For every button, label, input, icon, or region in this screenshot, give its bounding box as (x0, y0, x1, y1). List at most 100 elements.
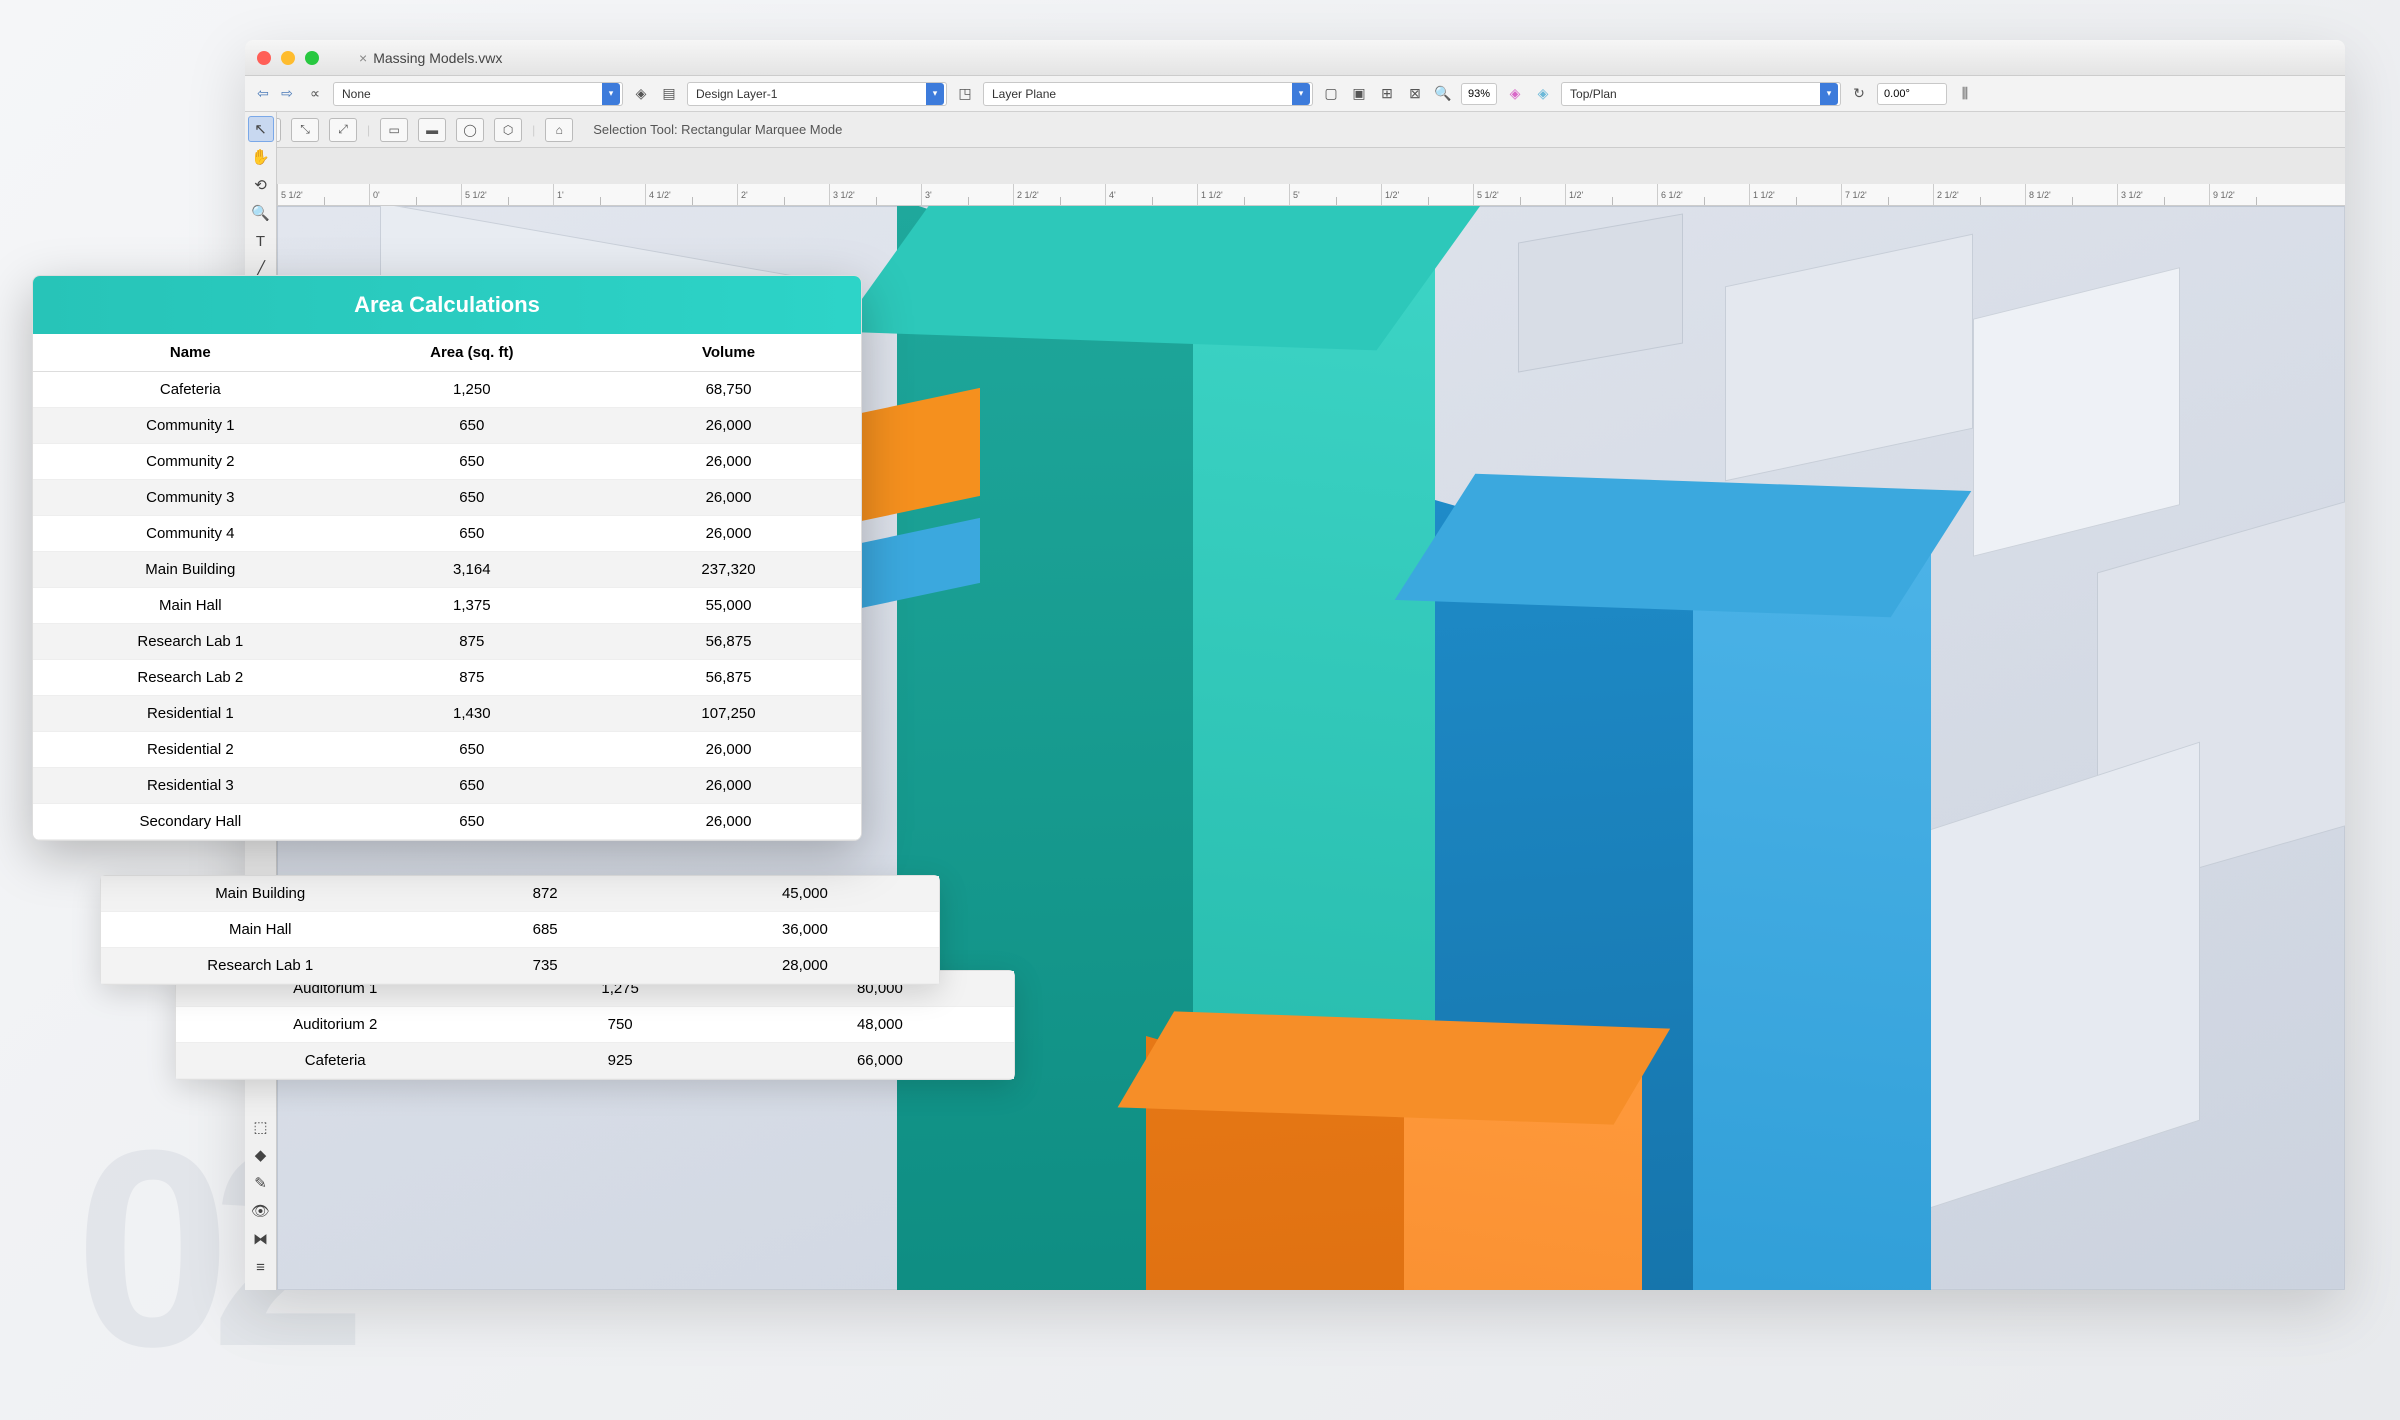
cell-area: 875 (348, 624, 596, 660)
cell-area: 1,375 (348, 588, 596, 624)
col-area: Area (sq. ft) (348, 334, 596, 372)
cell-name: Main Building (101, 876, 419, 912)
align-tool[interactable]: ≡ (248, 1254, 274, 1280)
table-row[interactable]: Research Lab 187556,875 (33, 624, 861, 660)
plane-dropdown[interactable]: Layer Plane (983, 82, 1313, 106)
nav-forward-icon[interactable]: ⇨ (277, 84, 297, 104)
table-row[interactable]: Main Building87245,000 (101, 876, 939, 912)
tool-options-bar: ↖ ⤡ ⤢ | ▭ ▬ ◯ ⬡ | ⌂ Selection Tool: Rect… (245, 112, 2345, 148)
cell-area: 650 (348, 408, 596, 444)
table-row[interactable]: Main Hall1,37555,000 (33, 588, 861, 624)
class-dropdown-value: None (342, 87, 371, 101)
close-button[interactable] (257, 51, 271, 65)
ruler-tick: 2 1/2' (1933, 184, 2025, 205)
cell-name: Secondary Hall (33, 804, 348, 840)
nav-back-icon[interactable]: ⇦ (253, 84, 273, 104)
cell-name: Research Lab 1 (101, 948, 419, 984)
plane-icon[interactable]: ◳ (955, 84, 975, 104)
cell-name: Residential 1 (33, 696, 348, 732)
cell-volume: 36,000 (671, 912, 939, 948)
cell-area: 650 (348, 444, 596, 480)
ruler-tick: 1 1/2' (1749, 184, 1841, 205)
pan-tool[interactable]: ✋ (248, 144, 274, 170)
cell-name: Residential 3 (33, 768, 348, 804)
table-row[interactable]: Community 365026,000 (33, 480, 861, 516)
selection-mode-3-icon[interactable]: ⤢ (329, 118, 357, 142)
table-row[interactable]: Residential 11,430107,250 (33, 696, 861, 732)
fit-page-icon[interactable]: ▣ (1349, 84, 1369, 104)
ruler-tick: 8 1/2' (2025, 184, 2117, 205)
render-cube-icon[interactable]: ◈ (1505, 84, 1525, 104)
render-mode-icon[interactable]: ◈ (1533, 84, 1553, 104)
table-row[interactable]: Community 265026,000 (33, 444, 861, 480)
ruler-tick: 5' (1289, 184, 1381, 205)
marquee-rect-icon[interactable]: ▭ (380, 118, 408, 142)
table-row[interactable]: Main Building3,164237,320 (33, 552, 861, 588)
fit-objects-icon[interactable]: ⊞ (1377, 84, 1397, 104)
rotation-field[interactable]: 0.00° (1877, 83, 1947, 105)
zoom-field[interactable]: 93% (1461, 83, 1497, 105)
marquee-lasso-icon[interactable]: ◯ (456, 118, 484, 142)
cell-volume: 45,000 (671, 876, 939, 912)
cell-name: Main Building (33, 552, 348, 588)
table-row[interactable]: Auditorium 275048,000 (176, 1007, 1014, 1043)
mirror-tool[interactable]: ⧓ (248, 1226, 274, 1252)
sub-table-a: Main Building87245,000Main Hall68536,000… (101, 876, 939, 984)
plane-dropdown-value: Layer Plane (992, 87, 1056, 101)
visibility-tool[interactable]: 👁 (248, 1198, 274, 1224)
symbol-tool[interactable]: ⬚ (248, 1114, 274, 1140)
wall-tool-icon[interactable]: ⌂ (545, 118, 573, 142)
flyover-tool[interactable]: ⟲ (248, 172, 274, 198)
ruler-tick: 0' (369, 184, 461, 205)
cell-area: 650 (348, 480, 596, 516)
document-tab-title[interactable]: Massing Models.vwx (373, 50, 502, 66)
ruler-tick: 5 1/2' (461, 184, 553, 205)
tab-close-icon[interactable]: × (359, 50, 367, 66)
table-row[interactable]: Secondary Hall65026,000 (33, 804, 861, 840)
cell-area: 735 (419, 948, 670, 984)
table-row[interactable]: Main Hall68536,000 (101, 912, 939, 948)
share-icon[interactable]: ∝ (305, 84, 325, 104)
eyedropper-tool[interactable]: ✎ (248, 1170, 274, 1196)
marquee-polygon-icon[interactable]: ⬡ (494, 118, 522, 142)
selection-mode-2-icon[interactable]: ⤡ (291, 118, 319, 142)
table-row[interactable]: Community 465026,000 (33, 516, 861, 552)
zoom-extents-icon[interactable]: ⊠ (1405, 84, 1425, 104)
layer-dropdown[interactable]: Design Layer-1 (687, 82, 947, 106)
text-tool[interactable]: T (248, 228, 274, 254)
cell-name: Community 4 (33, 516, 348, 552)
rotate-icon[interactable]: ↻ (1849, 84, 1869, 104)
table-row[interactable]: Residential 365026,000 (33, 768, 861, 804)
table-row[interactable]: Community 165026,000 (33, 408, 861, 444)
cell-area: 1,430 (348, 696, 596, 732)
zoom-value: 93% (1468, 88, 1490, 100)
orange-building-model (1146, 1019, 1642, 1290)
class-dropdown[interactable]: None (333, 82, 623, 106)
magnifier-icon[interactable]: 🔍 (1433, 84, 1453, 104)
area-calculations-table: Name Area (sq. ft) Volume Cafeteria1,250… (33, 334, 861, 840)
table-row[interactable]: Research Lab 173528,000 (101, 948, 939, 984)
page-icon[interactable]: ▢ (1321, 84, 1341, 104)
navigation-bar: ⇦ ⇨ ∝ None ◈ ▤ Design Layer-1 ◳ Layer Pl… (245, 76, 2345, 112)
attribute-tool[interactable]: ◆ (248, 1142, 274, 1168)
grip-icon[interactable]: ⫼ (1955, 84, 1975, 104)
zoom-tool[interactable]: 🔍 (248, 200, 274, 226)
col-volume: Volume (596, 334, 861, 372)
minimize-button[interactable] (281, 51, 295, 65)
table-row[interactable]: Cafeteria92566,000 (176, 1043, 1014, 1079)
marquee-filled-icon[interactable]: ▬ (418, 118, 446, 142)
cell-area: 872 (419, 876, 670, 912)
ruler-tick: 7 1/2' (1841, 184, 1933, 205)
table-row[interactable]: Residential 265026,000 (33, 732, 861, 768)
table-row[interactable]: Research Lab 287556,875 (33, 660, 861, 696)
rotation-value: 0.00° (1884, 88, 1910, 100)
cell-volume: 26,000 (596, 732, 861, 768)
layers-list-icon[interactable]: ▤ (659, 84, 679, 104)
layers-stack-icon[interactable]: ◈ (631, 84, 651, 104)
view-dropdown[interactable]: Top/Plan (1561, 82, 1841, 106)
selection-tool[interactable]: ↖ (248, 116, 274, 142)
maximize-button[interactable] (305, 51, 319, 65)
cell-volume: 56,875 (596, 624, 861, 660)
cell-area: 875 (348, 660, 596, 696)
table-row[interactable]: Cafeteria1,25068,750 (33, 372, 861, 408)
